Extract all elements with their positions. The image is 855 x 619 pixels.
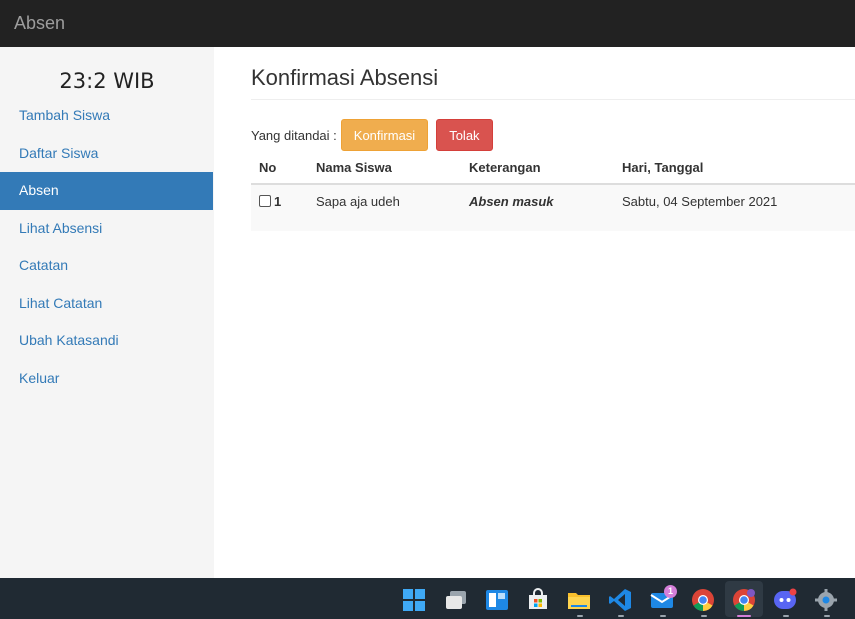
top-navbar: Absen — [0, 0, 855, 47]
mail-notification-badge: 1 — [664, 585, 677, 598]
running-indicator — [824, 615, 830, 617]
confirm-button[interactable]: Konfirmasi — [340, 119, 429, 151]
taskbar: 1 — [0, 578, 855, 619]
column-header-tanggal: Hari, Tanggal — [622, 160, 704, 175]
sidebar-item-tambah-siswa[interactable]: Tambah Siswa — [0, 97, 213, 135]
widgets-icon[interactable] — [485, 588, 509, 612]
sidebar-item-lihat-absensi[interactable]: Lihat Absensi — [0, 210, 213, 248]
sidebar-item-daftar-siswa[interactable]: Daftar Siswa — [0, 135, 213, 173]
store-icon[interactable] — [526, 588, 550, 612]
running-indicator — [783, 615, 789, 617]
column-header-keterangan: Keterangan — [469, 160, 541, 175]
vscode-icon[interactable] — [608, 588, 632, 612]
running-indicator — [701, 615, 707, 617]
table-header: No Nama Siswa Keterangan Hari, Tanggal — [251, 153, 855, 185]
bulk-actions: Yang ditandai : Konfirmasi Tolak — [251, 119, 501, 151]
settings-icon[interactable] — [814, 588, 838, 612]
selected-label: Yang ditandai : — [251, 127, 337, 143]
sidebar-item-lihat-catatan[interactable]: Lihat Catatan — [0, 285, 213, 323]
running-indicator — [618, 615, 624, 617]
row-number: 1 — [274, 194, 282, 209]
row-select-checkbox[interactable] — [259, 195, 271, 207]
row-number-cell: 1 — [259, 194, 281, 209]
running-indicator — [577, 615, 583, 617]
active-running-indicator — [737, 615, 751, 617]
chrome-icon[interactable] — [691, 588, 715, 612]
reject-button[interactable]: Tolak — [436, 119, 493, 151]
sidebar: 23:2 WIB Tambah Siswa Daftar Siswa Absen… — [0, 47, 214, 578]
column-header-nama: Nama Siswa — [316, 160, 392, 175]
navbar-brand[interactable]: Absen — [14, 13, 65, 34]
windows-start-icon[interactable] — [402, 588, 426, 612]
page-title: Konfirmasi Absensi — [251, 65, 439, 90]
running-indicator — [660, 615, 666, 617]
chrome-profile-icon[interactable] — [732, 588, 756, 612]
task-view-icon[interactable] — [444, 588, 468, 612]
sidebar-item-keluar[interactable]: Keluar — [0, 360, 213, 398]
file-explorer-icon[interactable] — [567, 588, 591, 612]
attendance-table: No Nama Siswa Keterangan Hari, Tanggal 1… — [251, 153, 855, 231]
sidebar-item-absen[interactable]: Absen — [0, 172, 213, 210]
attendance-note: Absen masuk — [469, 194, 554, 209]
sidebar-item-ubah-katasandi[interactable]: Ubah Katasandi — [0, 322, 213, 360]
title-divider — [251, 99, 855, 100]
column-header-no: No — [259, 160, 277, 175]
clock-display: 23:2 WIB — [59, 69, 155, 93]
student-name: Sapa aja udeh — [316, 194, 400, 209]
table-row: 1 Sapa aja udeh Absen masuk Sabtu, 04 Se… — [251, 185, 855, 231]
sidebar-menu: Tambah Siswa Daftar Siswa Absen Lihat Ab… — [0, 97, 213, 397]
attendance-date: Sabtu, 04 September 2021 — [622, 194, 778, 209]
sidebar-item-catatan[interactable]: Catatan — [0, 247, 213, 285]
discord-icon[interactable] — [773, 588, 797, 612]
